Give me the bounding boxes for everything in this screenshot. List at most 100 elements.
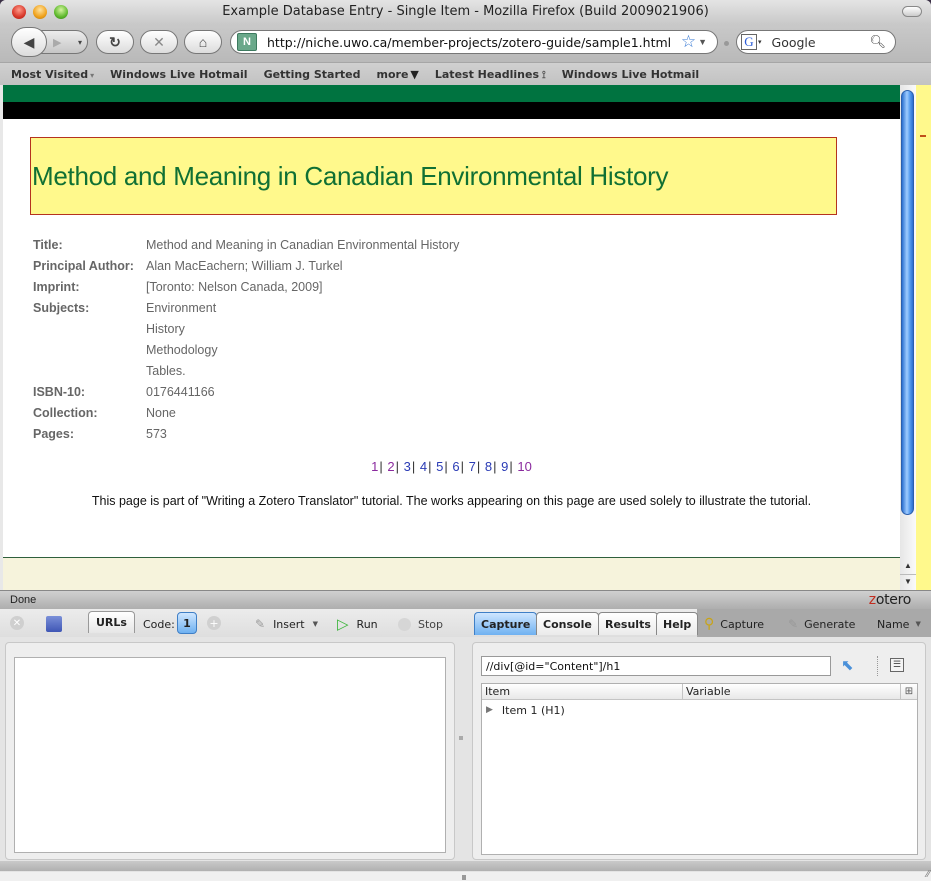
page-link-8[interactable]: 8: [485, 459, 492, 474]
scroll-up-icon[interactable]: ▲: [900, 559, 916, 573]
field-label: Pages:: [33, 427, 74, 441]
tab-results[interactable]: Results: [598, 612, 658, 635]
window-resize-icon[interactable]: ⁄⁄: [927, 869, 930, 880]
firefox-window: Example Database Entry - Single Item - M…: [0, 0, 931, 881]
expand-triangle-icon[interactable]: ▶: [486, 705, 493, 715]
back-icon: ◀: [23, 33, 35, 50]
tab-capture[interactable]: Capture: [474, 612, 538, 635]
status-text: Done: [10, 594, 37, 606]
bookmark-most-visited[interactable]: Most Visited ▾: [11, 68, 94, 81]
back-button[interactable]: ◀: [11, 27, 47, 57]
scroll-down-icon[interactable]: ▼: [900, 574, 916, 588]
capture-tree[interactable]: Item Variable ⊞ ▶ Item 1 (H1): [481, 683, 918, 855]
stop-run-button[interactable]: Stop: [398, 614, 443, 634]
page-link-6[interactable]: 6: [452, 459, 459, 474]
search-bar[interactable]: G ▾ Google 🔍︎: [736, 30, 896, 54]
field-value: 0176441166: [146, 385, 215, 399]
field-value: None: [146, 406, 176, 420]
field-value: History: [146, 322, 185, 336]
field-label: Title:: [33, 238, 63, 252]
field-row-pages: Pages: 573: [33, 424, 459, 445]
tutorial-note: This page is part of "Writing a Zotero T…: [91, 494, 812, 508]
field-row-title: Title: Method and Meaning in Canadian En…: [33, 235, 459, 256]
home-button[interactable]: ⌂: [184, 30, 222, 54]
status-bar: Done zotero: [0, 590, 931, 609]
toolbar-separator: [724, 41, 729, 46]
tab-console[interactable]: Console: [536, 612, 599, 635]
save-icon[interactable]: [46, 616, 62, 632]
page-link-1[interactable]: 1: [371, 459, 378, 474]
bookmark-latest-headlines[interactable]: Latest Headlines ⟟: [435, 68, 546, 81]
page-right-margin: [916, 85, 931, 590]
page-link-9[interactable]: 9: [501, 459, 508, 474]
run-button[interactable]: ▷ Run: [337, 614, 378, 634]
page-link-2[interactable]: 2: [387, 459, 394, 474]
pagination: 1| 2| 3| 4| 5| 6| 7| 8| 9| 10: [371, 459, 532, 474]
search-engine-dropdown-icon[interactable]: ▾: [758, 38, 762, 46]
record-fields: Title: Method and Meaning in Canadian En…: [33, 235, 459, 445]
column-header-variable[interactable]: Variable: [683, 684, 901, 699]
url-bar[interactable]: N http://niche.uwo.ca/member-projects/zo…: [230, 30, 718, 54]
url-input[interactable]: http://niche.uwo.ca/member-projects/zote…: [267, 35, 681, 50]
bottom-grip[interactable]: [462, 875, 466, 880]
pane-splitter[interactable]: [459, 736, 463, 740]
toolbar-divider: [877, 656, 878, 676]
toolbar-toggle-button[interactable]: [902, 6, 922, 17]
field-row-collection: Collection: None: [33, 403, 459, 424]
tree-header: Item Variable ⊞: [482, 684, 917, 700]
google-engine-icon[interactable]: G: [741, 34, 757, 50]
code-label: Code:: [143, 617, 175, 631]
column-header-item[interactable]: Item: [482, 684, 683, 699]
search-input[interactable]: Google: [772, 35, 870, 50]
stop-button[interactable]: ✕: [140, 30, 178, 54]
bookmark-windows-live-hotmail[interactable]: Windows Live Hotmail: [110, 68, 247, 81]
url-history-dropdown-icon[interactable]: ▼: [698, 37, 707, 47]
page-link-3[interactable]: 3: [404, 459, 411, 474]
chevron-down-icon: ▾: [90, 70, 95, 80]
bookmark-getting-started[interactable]: Getting Started: [264, 68, 361, 81]
code-tab-1[interactable]: 1: [177, 612, 197, 634]
zotero-status-icon[interactable]: zotero: [869, 592, 912, 608]
tab-urls[interactable]: URLs: [88, 611, 135, 633]
field-row-subjects: Subjects: Environment: [33, 298, 459, 319]
lower-frame: [3, 557, 900, 590]
field-value: Method and Meaning in Canadian Environme…: [146, 238, 460, 252]
stop-icon: ✕: [153, 33, 165, 50]
bookmark-more[interactable]: more ▼: [377, 68, 419, 81]
home-icon: ⌂: [198, 34, 208, 50]
tab-help[interactable]: Help: [656, 612, 699, 635]
xpath-input[interactable]: //div[@id="Content"]/h1: [481, 656, 831, 676]
play-icon: ▷: [337, 615, 349, 633]
scrollbar-thumb[interactable]: [901, 90, 914, 515]
generate-button[interactable]: ✎ Generate: [788, 614, 855, 634]
triangle-down-icon: ▼: [410, 67, 419, 81]
name-dropdown[interactable]: Name ▼: [877, 614, 921, 634]
search-icon[interactable]: 🔍︎: [869, 34, 886, 50]
bookmarks-toolbar: Most Visited ▾ Windows Live Hotmail Getti…: [0, 62, 931, 85]
bookmark-windows-live-hotmail-2[interactable]: Windows Live Hotmail: [562, 68, 699, 81]
column-picker-icon[interactable]: ⊞: [901, 684, 917, 699]
margin-marker: [920, 135, 926, 137]
field-row-subjects-cont: Tables.: [33, 361, 459, 382]
code-editor[interactable]: [14, 657, 446, 853]
field-label: Imprint:: [33, 280, 80, 294]
page-link-7[interactable]: 7: [469, 459, 476, 474]
site-identity-icon[interactable]: N: [237, 33, 257, 51]
add-code-icon[interactable]: +: [207, 616, 221, 630]
field-label: Principal Author:: [33, 259, 134, 273]
bookmark-star-icon[interactable]: ☆: [681, 32, 696, 52]
page-link-4[interactable]: 4: [420, 459, 427, 474]
page-link-10[interactable]: 10: [517, 459, 531, 474]
page-viewport: Method and Meaning in Canadian Environme…: [3, 85, 900, 557]
element-picker-icon[interactable]: ⬉: [841, 658, 857, 674]
vertical-scrollbar[interactable]: ▲ ▼: [900, 85, 916, 590]
tree-row[interactable]: ▶ Item 1 (H1): [482, 700, 917, 720]
capture-button[interactable]: ⚲ Capture: [704, 614, 764, 634]
field-value: Environment: [146, 301, 217, 315]
page-link-5[interactable]: 5: [436, 459, 443, 474]
insert-button[interactable]: ✎ Insert ▼: [255, 614, 318, 634]
close-pane-icon[interactable]: ✕: [10, 616, 24, 630]
reload-button[interactable]: ↻: [96, 30, 134, 54]
list-view-icon[interactable]: ☰: [890, 658, 904, 672]
history-dropdown-icon[interactable]: ▾: [78, 38, 82, 47]
